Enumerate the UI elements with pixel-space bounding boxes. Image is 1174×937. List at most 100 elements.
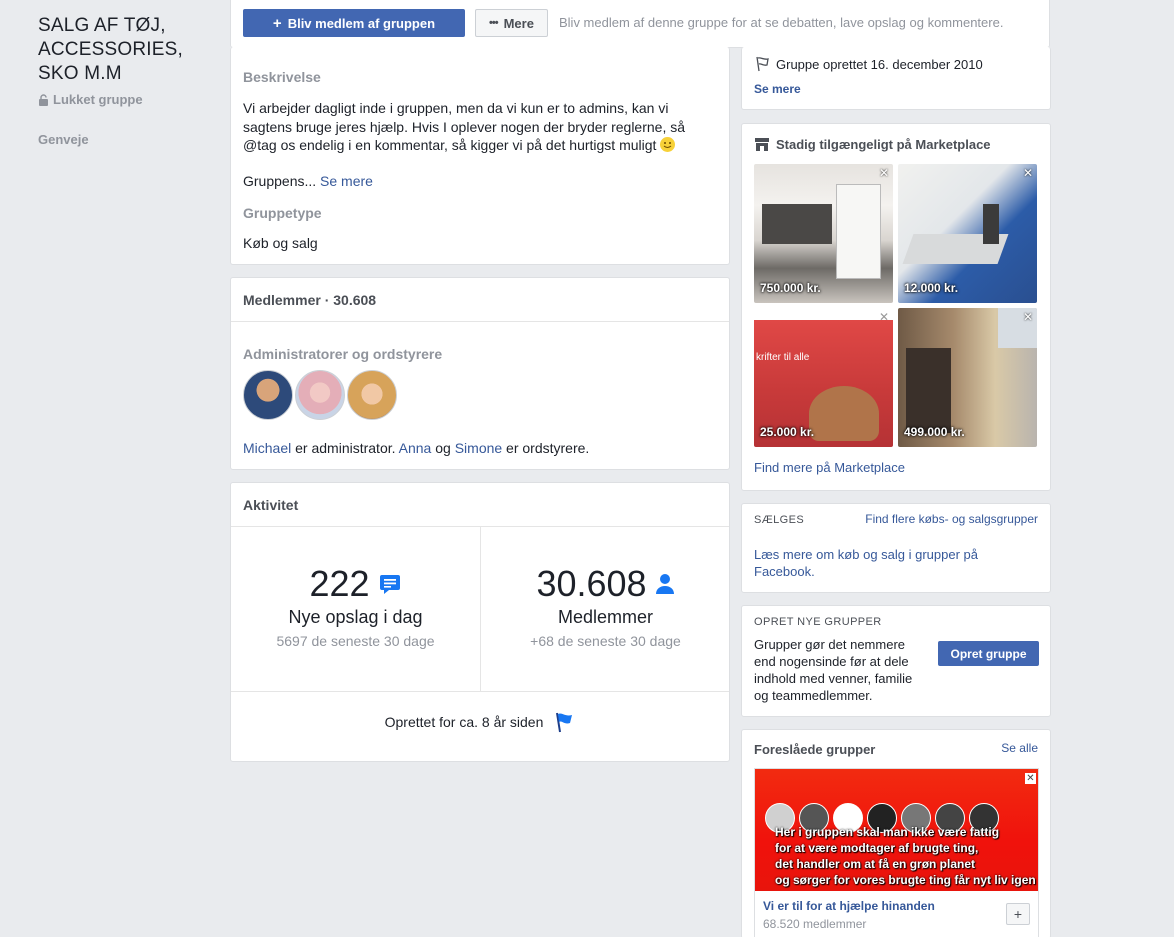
join-group-label: Bliv medlem af gruppen [287,15,436,31]
close-icon[interactable]: ✕ [879,310,889,324]
posts-label: Nye opslag i dag [288,607,423,627]
plus-icon: + [1013,906,1023,922]
marketplace-price: 499.000 kr. [904,425,965,439]
close-icon[interactable]: ✕ [879,166,889,180]
close-icon[interactable]: ✕ [1025,773,1036,784]
divider [231,691,729,692]
group-privacy: Lukket gruppe [38,92,143,107]
created-ago-text: Oprettet for ca. 8 år siden [384,714,544,730]
members-stat: 30.608 Medlemmer +68 de seneste 30 dage [481,527,730,692]
members-card: Medlemmer · 30.608 Administratorer og or… [230,277,730,470]
join-suggested-button[interactable]: + [1006,903,1030,925]
create-group-heading: OPRET NYE GRUPPER [754,616,882,628]
group-type-heading: Gruppetype [243,205,322,221]
avatar-simone[interactable] [347,370,397,420]
marketplace-heading-text: Stadig tilgængeligt på Marketplace [776,137,991,152]
see-more-link[interactable]: Se mere [320,173,373,189]
members-count-row: 30.608 [481,563,730,605]
marketplace-item-storefront [906,348,951,433]
suggested-group-name[interactable]: Vi er til for at hjælpe hinanden [763,899,935,913]
avatar-anna[interactable] [295,370,345,420]
members-count: 30.608 [536,563,647,604]
mods-suffix: er ordstyrere. [502,440,590,456]
ellipsis-icon: ••• [489,17,499,29]
admin-link-michael[interactable]: Michael [243,440,291,456]
posts-sub: 5697 de seneste 30 dage [276,633,435,649]
group-type-value: Køb og salg [243,235,318,251]
shop-icon [755,138,769,151]
suggested-groups-card: Foreslåede grupper Se alle Her i gruppen… [741,729,1051,937]
created-ago: Oprettet for ca. 8 år siden [231,711,729,733]
marketplace-link[interactable]: Find mere på Marketplace [754,460,905,475]
mod-link-anna[interactable]: Anna [399,440,432,456]
read-more-link[interactable]: Læs mere om køb og salg i grupper på Fac… [754,546,1024,580]
marketplace-item[interactable]: krifter til alle ✕ 25.000 kr. [754,308,893,447]
marketplace-item-fridge [983,204,999,244]
suggested-image-line: og sørger for vores brugte ting får nyt … [775,873,1036,887]
created-row: Gruppe oprettet 16. december 2010 [754,56,983,72]
create-group-card: OPRET NYE GRUPPER Grupper gør det nemmer… [741,605,1051,717]
suggested-image-line: for at være modtager af brugte ting, [775,841,979,855]
group-info-card: Gruppe oprettet 16. december 2010 Se mer… [741,47,1051,110]
suggested-group-members: 68.520 medlemmer [763,917,867,931]
close-icon[interactable]: ✕ [1023,310,1033,324]
marketplace-item[interactable]: ✕ 12.000 kr. [898,164,1037,303]
mod-link-simone[interactable]: Simone [455,440,502,456]
description-text: Vi arbejder dagligt inde i gruppen, men … [243,99,719,155]
suggested-group-image: Her i gruppen skal man ikke være fattig … [755,769,1038,891]
lock-icon [39,93,48,106]
more-label: Mere [503,15,534,31]
suggested-heading: Foreslåede grupper [754,742,876,757]
join-hint: Bliv medlem af denne gruppe for at se de… [559,15,1004,30]
comment-icon [379,575,400,594]
marketplace-item-desk [762,204,832,244]
marketplace-item[interactable]: ✕ 750.000 kr. [754,164,893,303]
marketplace-item-shelf [836,184,881,279]
activity-heading: Aktivitet [243,497,299,513]
smiley-icon [660,137,676,152]
more-button[interactable]: ••• Mere [475,9,548,37]
created-date: Gruppe oprettet 16. december 2010 [776,56,983,72]
posts-count-row: 222 [231,563,480,605]
marketplace-heading: Stadig tilgængeligt på Marketplace [754,137,991,152]
avatar-michael[interactable] [243,370,293,420]
suggested-image-line: Her i gruppen skal man ikke være fattig [775,825,1000,839]
admin-suffix: er administrator. [291,440,399,456]
find-more-groups-link[interactable]: Find flere købs- og salgsgrupper [865,512,1038,526]
posts-stat: 222 Nye opslag i dag 5697 de seneste 30 … [231,527,480,692]
divider [231,321,729,322]
posts-count: 222 [309,563,370,604]
group-title[interactable]: SALG AF TØJ, ACCESSORIES, SKO M.M [38,14,213,86]
marketplace-item-caption: krifter til alle [756,352,810,363]
marketplace-card: Stadig tilgængeligt på Marketplace ✕ 750… [741,123,1051,491]
about-card: Beskrivelse Vi arbejder dagligt inde i g… [230,47,730,265]
description-truncated: Gruppens... Se mere [243,173,373,189]
description-body: Vi arbejder dagligt inde i gruppen, men … [243,100,686,153]
create-group-text: Grupper gør det nemmere end nogensinde f… [754,637,913,703]
flag-icon [556,712,573,733]
marketplace-price: 750.000 kr. [760,281,821,295]
shortcuts-heading: Genveje [38,132,89,147]
selling-heading: SÆLGES [754,514,805,526]
members-heading[interactable]: Medlemmer · 30.608 [243,292,376,308]
marketplace-price: 25.000 kr. [760,425,815,439]
group-privacy-label: Lukket gruppe [53,92,143,107]
person-icon [655,574,674,594]
join-group-button[interactable]: + Bliv medlem af gruppen [243,9,465,37]
description-heading: Beskrivelse [243,69,321,85]
suggested-group-item[interactable]: Her i gruppen skal man ikke være fattig … [754,768,1039,937]
close-icon[interactable]: ✕ [1023,166,1033,180]
admins-heading: Administratorer og ordstyrere [243,346,443,362]
members-sub: +68 de seneste 30 dage [530,633,681,649]
see-all-link[interactable]: Se alle [1001,741,1038,755]
members-label: Medlemmer [557,607,654,627]
flag-outline-icon [756,56,769,72]
plus-icon: + [272,14,282,32]
marketplace-item-muffin [809,386,879,441]
activity-card: Aktivitet 222 Nye opslag i dag 5697 de s… [230,482,730,762]
create-group-button[interactable]: Opret gruppe [938,641,1039,666]
selling-card: SÆLGES Find flere købs- og salgsgrupper … [741,503,1051,593]
marketplace-item[interactable]: ✕ 499.000 kr. [898,308,1037,447]
info-see-more-link[interactable]: Se mere [754,82,801,96]
marketplace-price: 12.000 kr. [904,281,959,295]
